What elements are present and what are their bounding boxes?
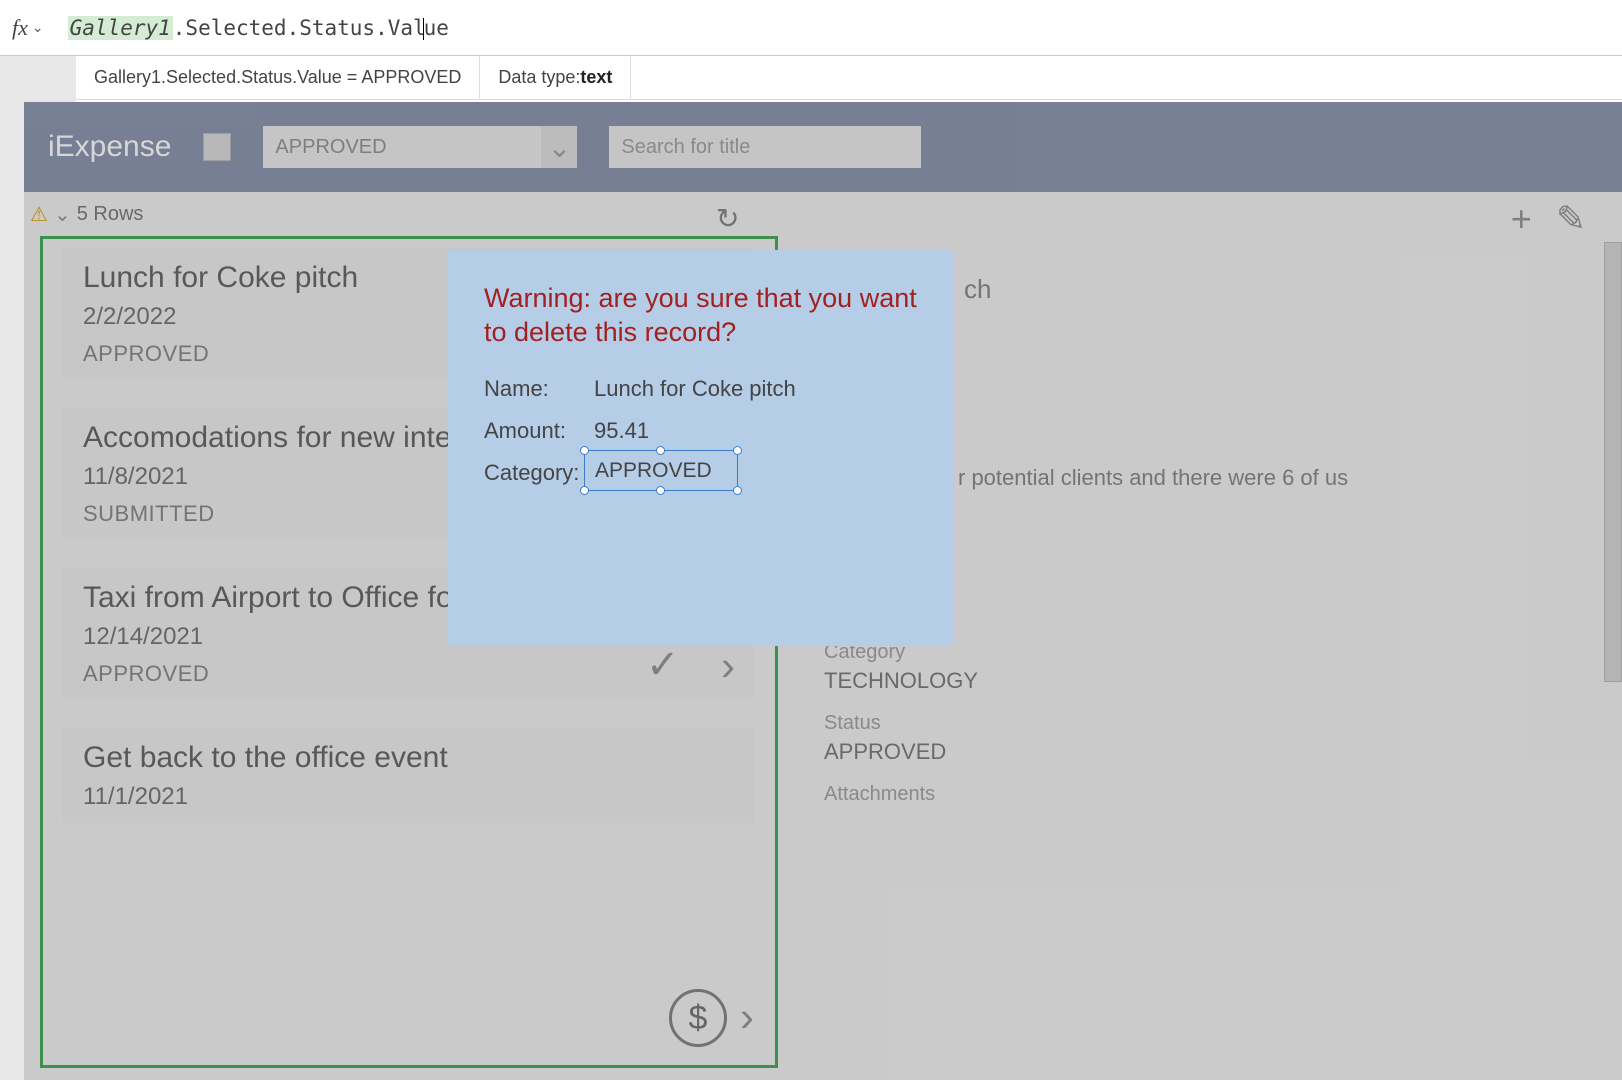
item-status: APPROVED	[83, 661, 735, 687]
resize-handle[interactable]	[656, 446, 665, 455]
add-icon[interactable]: +	[1511, 198, 1532, 240]
resize-handle[interactable]	[733, 446, 742, 455]
datatype-value: text	[580, 67, 612, 88]
row-count-bar: ⚠ ⌄ 5 Rows	[42, 202, 1322, 227]
filter-checkbox[interactable]	[203, 133, 231, 161]
modal-name-label: Name:	[484, 376, 580, 402]
currency-icon[interactable]: $	[669, 989, 727, 1047]
modal-warning-text: Warning: are you sure that you want to d…	[484, 282, 918, 350]
dropdown-value: APPROVED	[275, 136, 386, 159]
search-input[interactable]: Search for title	[609, 126, 921, 168]
field-value-category: TECHNOLOGY	[824, 668, 1584, 694]
fx-label: fx	[12, 15, 28, 41]
item-date: 11/1/2021	[83, 783, 735, 811]
resize-handle[interactable]	[580, 486, 589, 495]
search-placeholder: Search for title	[621, 136, 750, 159]
datatype-label: Data type:	[498, 67, 580, 88]
app-title: iExpense	[48, 130, 171, 164]
chevron-right-icon[interactable]: ›	[721, 642, 735, 690]
formula-result: Gallery1.Selected.Status.Value = APPROVE…	[76, 56, 480, 99]
chevron-right-icon[interactable]: ›	[740, 993, 754, 1041]
field-label-status: Status	[824, 712, 1584, 735]
approve-check-icon[interactable]: ✓	[646, 642, 680, 688]
detail-description: r potential clients and there were 6 of …	[958, 465, 1584, 491]
list-item[interactable]: Get back to the office event 11/1/2021	[63, 727, 755, 823]
top-actions: + ✎	[1511, 198, 1586, 240]
scrollbar[interactable]	[1604, 242, 1622, 682]
field-value-status: APPROVED	[824, 739, 1584, 765]
formula-result-bar: Gallery1.Selected.Status.Value = APPROVE…	[76, 56, 1622, 100]
refresh-icon[interactable]: ↻	[716, 202, 739, 235]
modal-name-value: Lunch for Coke pitch	[594, 376, 796, 402]
chevron-down-icon: ⌄	[541, 126, 577, 168]
formula-input[interactable]: Gallery1.Selected.Status.Value	[68, 16, 449, 40]
modal-amount-value: 95.41	[594, 418, 649, 444]
selected-label-text: APPROVED	[595, 459, 712, 483]
edit-icon[interactable]: ✎	[1556, 198, 1586, 240]
resize-handle[interactable]	[580, 446, 589, 455]
modal-amount-label: Amount:	[484, 418, 580, 444]
formula-datatype: Data type: text	[480, 56, 631, 99]
field-label-attachments: Attachments	[824, 783, 1584, 806]
modal-category-label: Category:	[484, 460, 580, 486]
chevron-down-icon[interactable]: ⌄	[32, 19, 44, 36]
status-dropdown[interactable]: APPROVED ⌄	[263, 126, 577, 168]
warning-icon: ⚠	[30, 202, 48, 227]
item-title: Get back to the office event	[83, 741, 735, 775]
formula-highlight: Gallery1	[68, 16, 173, 40]
resize-handle[interactable]	[733, 486, 742, 495]
detail-title-fragment: ch	[964, 274, 1584, 305]
formula-text-tail: ue	[424, 16, 449, 40]
selected-label-control[interactable]: APPROVED	[584, 450, 738, 491]
formula-bar[interactable]: fx ⌄ Gallery1.Selected.Status.Value	[0, 0, 1622, 56]
canvas: iExpense APPROVED ⌄ Search for title ⚠ ⌄…	[24, 102, 1622, 1080]
resize-handle[interactable]	[656, 486, 665, 495]
formula-text-segment: .Selected.Status.Val	[173, 16, 426, 40]
delete-confirmation-modal: Warning: are you sure that you want to d…	[448, 250, 954, 646]
collapse-chevron-icon[interactable]: ⌄	[54, 202, 71, 227]
row-count-label: 5 Rows	[77, 203, 144, 226]
app-header: iExpense APPROVED ⌄ Search for title	[24, 102, 1622, 192]
